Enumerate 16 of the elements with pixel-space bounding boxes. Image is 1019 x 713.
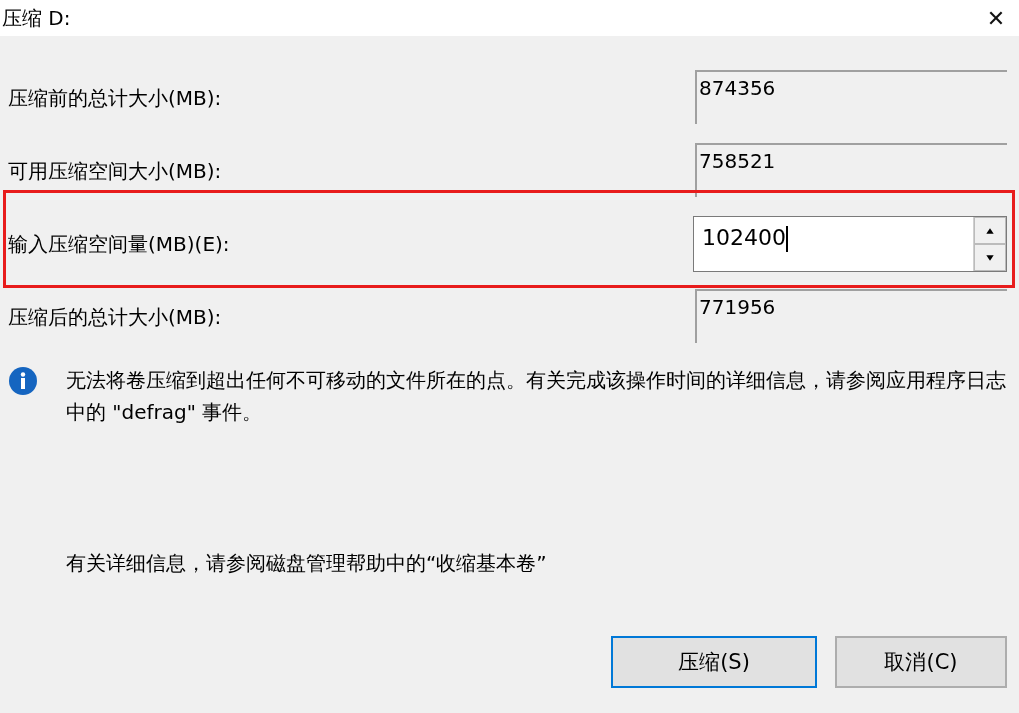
readonly-field: 771956 [695, 289, 1007, 343]
info-icon [8, 366, 38, 396]
field-label: 压缩前的总计大小(MB): [8, 84, 222, 112]
input-value: 102400 [702, 225, 786, 250]
window-title: 压缩 D: [1, 4, 71, 32]
field-label: 输入压缩空间量(MB)(E): [8, 230, 230, 258]
number-input-field[interactable]: 102400 [693, 216, 1007, 272]
field-label: 可用压缩空间大小(MB): [8, 157, 222, 185]
cancel-button[interactable]: 取消(C) [835, 636, 1007, 688]
close-button[interactable]: ✕ [973, 5, 1019, 31]
info-message: 无法将卷压缩到超出任何不可移动的文件所在的点。有关完成该操作时间的详细信息，请参阅应用程序日志中的 "defrag" 事件。 [66, 367, 1006, 426]
readonly-field: 874356 [695, 70, 1007, 124]
help-text: 有关详细信息，请参阅磁盘管理帮助中的“收缩基本卷” [66, 550, 548, 577]
field-label: 压缩后的总计大小(MB): [8, 303, 222, 331]
readonly-field: 758521 [695, 143, 1007, 197]
shrink-button[interactable]: 压缩(S) [611, 636, 817, 688]
